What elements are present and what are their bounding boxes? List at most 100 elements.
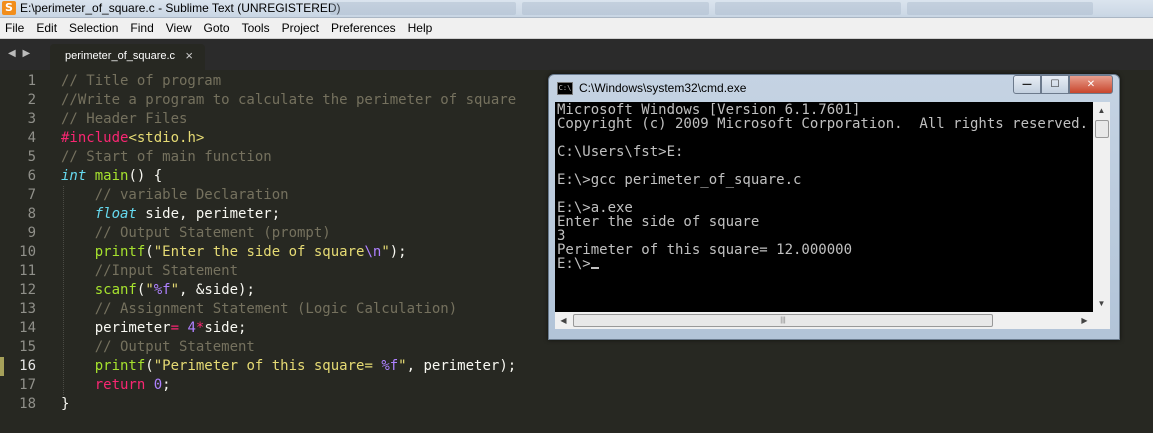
operator: = bbox=[170, 320, 180, 336]
console-line: E:\>a.exe bbox=[557, 200, 633, 216]
type-keyword: float bbox=[94, 206, 137, 222]
close-icon[interactable]: ✕ bbox=[1069, 75, 1113, 94]
line-number: 15 bbox=[19, 339, 36, 355]
code-line-5: // Start of main function bbox=[61, 148, 272, 167]
menu-find[interactable]: Find bbox=[124, 18, 159, 38]
menu-tools[interactable]: Tools bbox=[236, 18, 276, 38]
code-line-15: // Output Statement bbox=[61, 338, 255, 357]
cmd-icon: C:\ bbox=[557, 82, 573, 95]
code-line-6: int main() { bbox=[61, 167, 162, 186]
string-literal: " bbox=[145, 282, 154, 298]
line-number: 6 bbox=[27, 168, 36, 184]
code-line-4: #include<stdio.h> bbox=[61, 129, 204, 148]
background-browser-tabs bbox=[330, 2, 1093, 15]
comment: // Header Files bbox=[61, 111, 188, 127]
menu-view[interactable]: View bbox=[160, 18, 198, 38]
console-prompt: E:\> bbox=[557, 256, 591, 272]
header-name: <stdio.h> bbox=[128, 130, 205, 146]
line-number: 3 bbox=[27, 111, 36, 127]
sublime-text-icon: S bbox=[2, 1, 16, 15]
window-title: E:\perimeter_of_square.c - Sublime Text … bbox=[20, 1, 341, 15]
menu-edit[interactable]: Edit bbox=[30, 18, 63, 38]
type-keyword: int bbox=[61, 168, 87, 184]
format-specifier: %f bbox=[381, 358, 399, 374]
line-number: 1 bbox=[27, 73, 36, 89]
tab-close-icon[interactable]: × bbox=[185, 48, 193, 63]
string-literal: " bbox=[170, 282, 180, 298]
menu-preferences[interactable]: Preferences bbox=[325, 18, 402, 38]
number-literal: 0 bbox=[153, 377, 163, 393]
scroll-right-icon[interactable]: ▶ bbox=[1076, 312, 1093, 329]
console-line: Perimeter of this square= 12.000000 bbox=[557, 242, 853, 258]
code-line-8: float side, perimeter; bbox=[61, 205, 280, 224]
code-line-9: // Output Statement (prompt) bbox=[61, 224, 331, 243]
preprocessor: #include bbox=[61, 130, 129, 146]
horizontal-scrollbar[interactable]: ◀ ||| ▶ bbox=[555, 312, 1093, 329]
menu-selection[interactable]: Selection bbox=[63, 18, 124, 38]
cmd-title-bar[interactable]: C:\ C:\Windows\system32\cmd.exe bbox=[557, 78, 1007, 98]
code-text: () { bbox=[128, 168, 163, 184]
comment: // Output Statement (prompt) bbox=[94, 225, 331, 241]
code-text: side; bbox=[204, 320, 247, 336]
scroll-down-icon[interactable]: ▼ bbox=[1093, 295, 1110, 312]
function-name: main bbox=[94, 168, 129, 184]
function-call: scanf bbox=[94, 282, 137, 298]
code-line-14: perimeter= 4*side; bbox=[61, 319, 247, 338]
code-text: , perimeter); bbox=[406, 358, 517, 374]
vertical-scrollbar[interactable]: ▲ ▼ bbox=[1093, 102, 1110, 312]
scroll-thumb-horizontal[interactable]: ||| bbox=[573, 314, 993, 327]
line-number-gutter: 1 2 3 4 5 6 7 8 9 10 11 12 13 14 15 16 1… bbox=[0, 70, 48, 433]
menu-project[interactable]: Project bbox=[276, 18, 325, 38]
line-number: 4 bbox=[27, 130, 36, 146]
line-number: 2 bbox=[27, 92, 36, 108]
console-line: Copyright (c) 2009 Microsoft Corporation… bbox=[557, 116, 1089, 132]
console-line: C:\Users\fst>E: bbox=[557, 144, 684, 160]
menu-help[interactable]: Help bbox=[402, 18, 439, 38]
cmd-window[interactable]: C:\ C:\Windows\system32\cmd.exe — ☐ ✕ Mi… bbox=[548, 74, 1120, 340]
escape-sequence: \n bbox=[364, 244, 382, 260]
code-line-11: //Input Statement bbox=[61, 262, 238, 281]
console-prompt-line: E:\> bbox=[557, 257, 599, 271]
code-text: ( bbox=[145, 244, 154, 260]
function-call: printf bbox=[94, 358, 146, 374]
line-number: 11 bbox=[19, 263, 36, 279]
comment: // variable Declaration bbox=[94, 187, 289, 203]
code-line-16: printf("Perimeter of this square= %f", p… bbox=[61, 357, 516, 376]
line-number: 12 bbox=[19, 282, 36, 298]
scroll-left-icon[interactable]: ◀ bbox=[555, 312, 572, 329]
code-text: ); bbox=[389, 244, 407, 260]
format-specifier: %f bbox=[153, 282, 171, 298]
console-output[interactable]: Microsoft Windows [Version 6.1.7601] Cop… bbox=[555, 102, 1093, 312]
code-text: , &side); bbox=[179, 282, 255, 298]
line-number: 7 bbox=[27, 187, 36, 203]
console-line: E:\>gcc perimeter_of_square.c bbox=[557, 172, 802, 188]
minimize-icon[interactable]: — bbox=[1013, 75, 1041, 94]
menu-goto[interactable]: Goto bbox=[198, 18, 236, 38]
cmd-title: C:\Windows\system32\cmd.exe bbox=[579, 81, 747, 95]
return-keyword: return bbox=[94, 377, 146, 393]
comment: // Assignment Statement (Logic Calculati… bbox=[94, 301, 458, 317]
resize-grip-icon[interactable] bbox=[1093, 312, 1110, 329]
comment: // Title of program bbox=[61, 73, 222, 89]
function-call: printf bbox=[94, 244, 146, 260]
menu-file[interactable]: File bbox=[0, 18, 30, 38]
line-number: 18 bbox=[19, 396, 36, 412]
code-line-10: printf("Enter the side of square\n"); bbox=[61, 243, 407, 262]
scroll-up-icon[interactable]: ▲ bbox=[1093, 102, 1110, 119]
code-text: ; bbox=[162, 377, 171, 393]
maximize-icon[interactable]: ☐ bbox=[1041, 75, 1069, 94]
string-literal: " bbox=[398, 358, 407, 374]
tab-nav-arrows-icon[interactable]: ◀ ▶ bbox=[8, 48, 32, 59]
scroll-thumb[interactable] bbox=[1095, 120, 1109, 138]
console-line: Enter the side of square bbox=[557, 214, 760, 230]
code-text: side, perimeter; bbox=[136, 206, 281, 222]
code-line-12: scanf("%f", &side); bbox=[61, 281, 255, 300]
comment: // Start of main function bbox=[61, 149, 272, 165]
line-number: 13 bbox=[19, 301, 36, 317]
code-line-17: return 0; bbox=[61, 376, 171, 395]
tab-perimeter-of-square[interactable]: perimeter_of_square.c × bbox=[50, 44, 205, 70]
console-line: 3 bbox=[557, 228, 566, 244]
line-number: 10 bbox=[19, 244, 36, 260]
comment: //Input Statement bbox=[94, 263, 239, 279]
